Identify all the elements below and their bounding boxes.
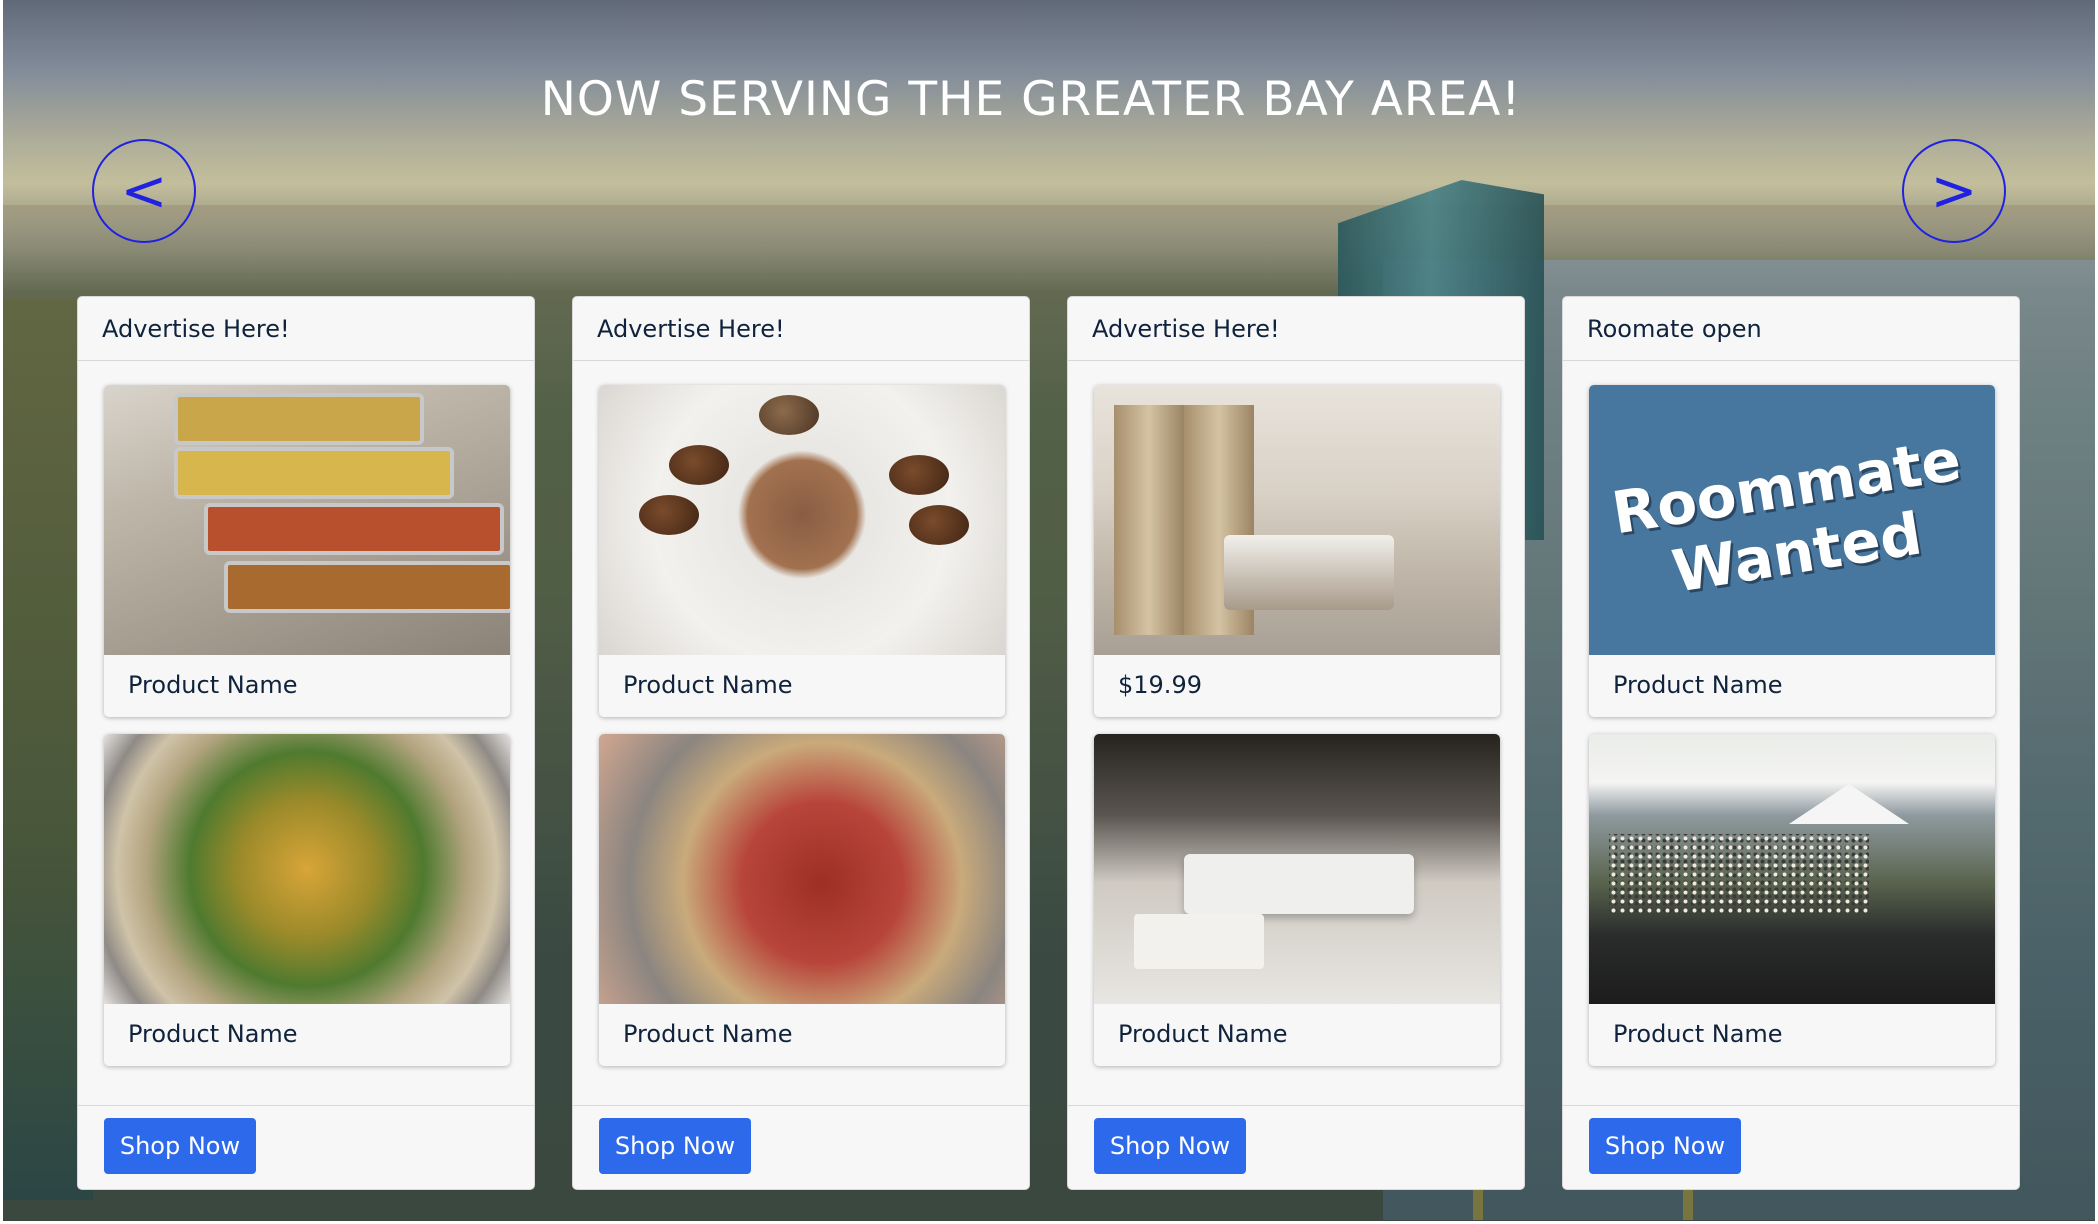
product-name: Product Name: [1613, 1020, 1783, 1048]
product-price: $19.99: [1118, 671, 1202, 699]
product-card[interactable]: Product Name: [104, 385, 510, 717]
ad-card: Advertise Here! Product Name Product Nam…: [572, 296, 1030, 1190]
shop-now-button[interactable]: Shop Now: [1094, 1118, 1246, 1174]
product-card[interactable]: Product Name: [1094, 734, 1500, 1066]
card-header: Advertise Here!: [1068, 297, 1524, 361]
product-card[interactable]: Product Name: [599, 385, 1005, 717]
product-card[interactable]: Product Name: [599, 734, 1005, 1066]
roommate-wanted-sign: Roommate Wanted: [1607, 425, 1966, 606]
shop-now-button[interactable]: Shop Now: [599, 1118, 751, 1174]
chevron-left-icon: <: [120, 158, 168, 224]
product-name: Product Name: [1613, 671, 1783, 699]
shop-now-button[interactable]: Shop Now: [104, 1118, 256, 1174]
card-header: Advertise Here!: [78, 297, 534, 361]
product-image[interactable]: [599, 385, 1005, 655]
ad-card: Advertise Here! $19.99 Product Name Shop…: [1067, 296, 1525, 1190]
card-footer: Shop Now: [1068, 1105, 1524, 1189]
product-card[interactable]: Product Name: [1589, 734, 1995, 1066]
card-footer: Shop Now: [573, 1105, 1029, 1189]
ad-card: Advertise Here! Product Name Product Nam…: [77, 296, 535, 1190]
product-image[interactable]: [1094, 734, 1500, 1004]
product-image[interactable]: [1094, 385, 1500, 655]
shop-now-button[interactable]: Shop Now: [1589, 1118, 1741, 1174]
chevron-right-icon: >: [1930, 158, 1978, 224]
product-image[interactable]: [1589, 734, 1995, 1004]
product-name: Product Name: [128, 671, 298, 699]
product-name: Product Name: [623, 1020, 793, 1048]
card-footer: Shop Now: [1563, 1105, 2019, 1189]
product-card[interactable]: Roommate Wanted Product Name: [1589, 385, 1995, 717]
card-header: Roomate open: [1563, 297, 2019, 361]
product-image[interactable]: [104, 385, 510, 655]
card-footer: Shop Now: [78, 1105, 534, 1189]
product-image[interactable]: [104, 734, 510, 1004]
product-card[interactable]: Product Name: [104, 734, 510, 1066]
product-name: Product Name: [1118, 1020, 1288, 1048]
banner-title: NOW SERVING THE GREATER BAY AREA!: [540, 72, 1522, 127]
card-header: Advertise Here!: [573, 297, 1029, 361]
product-name: Product Name: [623, 671, 793, 699]
ad-card: Roomate open Roommate Wanted Product Nam…: [1562, 296, 2020, 1190]
product-card[interactable]: $19.99: [1094, 385, 1500, 717]
carousel-prev-button[interactable]: <: [92, 139, 196, 243]
product-image[interactable]: Roommate Wanted: [1589, 385, 1995, 655]
carousel-next-button[interactable]: >: [1902, 139, 2006, 243]
product-name: Product Name: [128, 1020, 298, 1048]
product-image[interactable]: [599, 734, 1005, 1004]
